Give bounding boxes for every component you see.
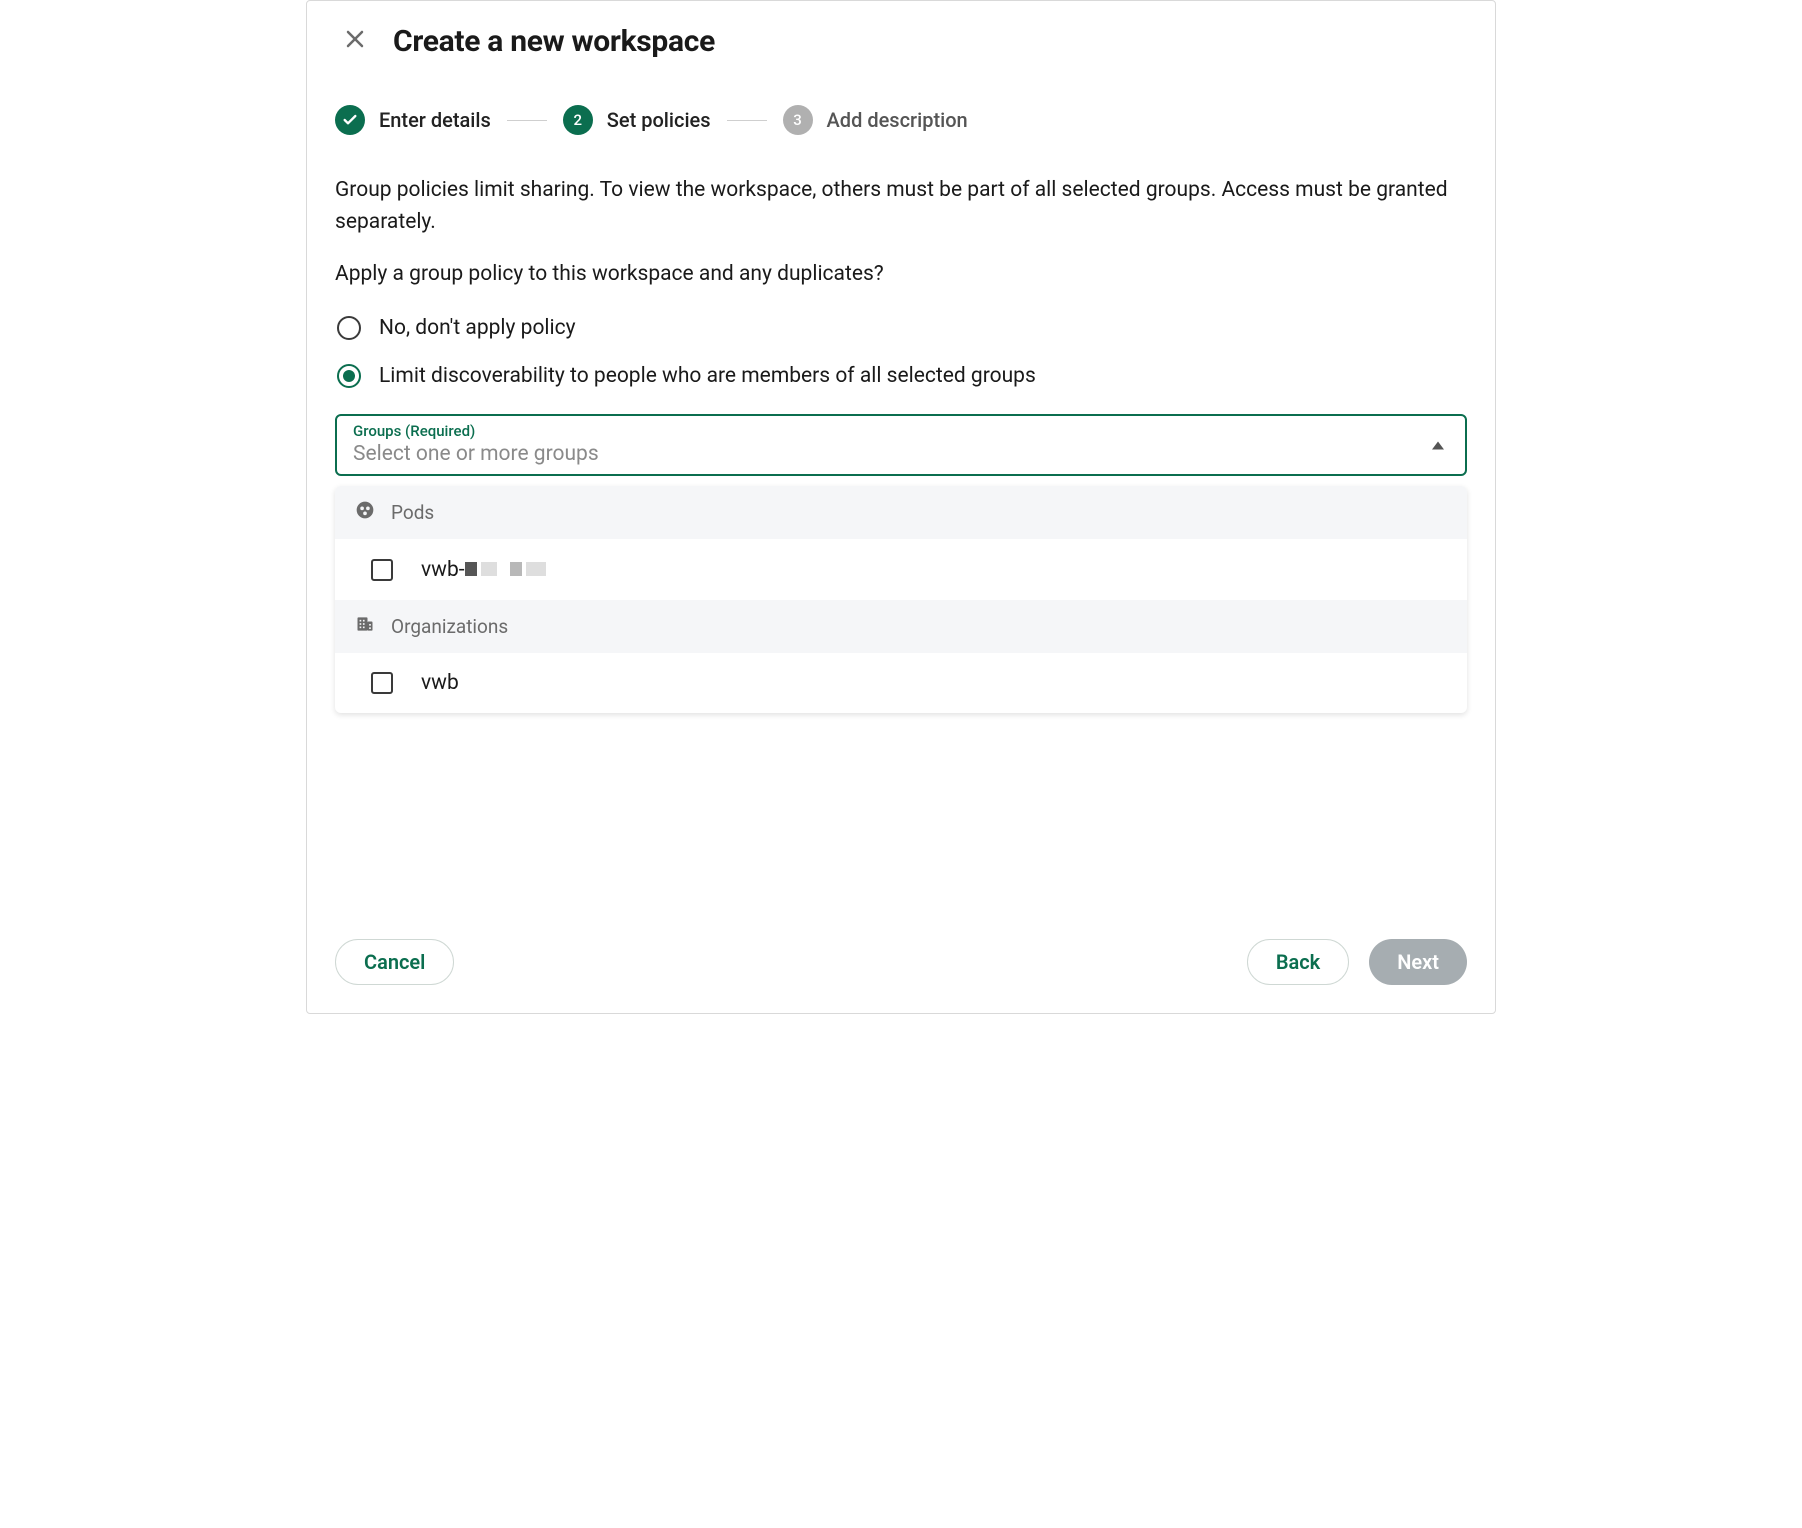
groups-select-placeholder: Select one or more groups [353, 442, 1449, 466]
dropdown-item-organization[interactable]: vwb [335, 653, 1467, 713]
dropdown-section-pods: Pods [335, 486, 1467, 539]
dropdown-item-label: vwb [421, 671, 459, 695]
dropdown-item-label: vwb- [421, 557, 546, 582]
back-button[interactable]: Back [1247, 939, 1349, 985]
dialog-header: Create a new workspace [307, 1, 1495, 69]
close-button[interactable] [335, 21, 375, 61]
caret-up-icon [1431, 436, 1445, 455]
step-number-icon: 3 [783, 105, 813, 135]
pods-icon [355, 500, 375, 525]
create-workspace-dialog: Create a new workspace Enter details 2 S… [306, 0, 1496, 1014]
radio-checked-icon [337, 364, 361, 388]
radio-label: Limit discoverability to people who are … [379, 364, 1036, 388]
groups-select-label: Groups (Required) [353, 422, 1449, 440]
radio-limit-discoverability[interactable]: Limit discoverability to people who are … [335, 352, 1467, 400]
step-divider [507, 120, 547, 121]
checkbox-unchecked-icon [371, 672, 393, 694]
step-label: Add description [827, 108, 968, 132]
step-divider [727, 120, 767, 121]
dropdown-item-pod[interactable]: vwb- [335, 539, 1467, 600]
organizations-icon [355, 614, 375, 639]
step-label: Enter details [379, 108, 491, 132]
close-icon [343, 27, 367, 55]
step-enter-details: Enter details [335, 105, 491, 135]
step-set-policies: 2 Set policies [563, 105, 711, 135]
groups-dropdown-panel: Pods vwb- [335, 486, 1467, 713]
policy-question-text: Apply a group policy to this workspace a… [335, 262, 1467, 286]
dialog-footer: Cancel Back Next [307, 919, 1495, 1013]
dialog-title: Create a new workspace [393, 24, 715, 59]
step-number-icon: 2 [563, 105, 593, 135]
check-circle-icon [335, 105, 365, 135]
step-label: Set policies [607, 108, 711, 132]
cancel-button[interactable]: Cancel [335, 939, 454, 985]
next-button[interactable]: Next [1369, 939, 1467, 985]
dropdown-section-label: Pods [391, 501, 434, 524]
dropdown-section-organizations: Organizations [335, 600, 1467, 653]
groups-select[interactable]: Groups (Required) Select one or more gro… [335, 414, 1467, 476]
stepper: Enter details 2 Set policies 3 Add descr… [307, 69, 1495, 153]
radio-no-policy[interactable]: No, don't apply policy [335, 304, 1467, 352]
policy-info-text: Group policies limit sharing. To view th… [335, 175, 1467, 238]
radio-unchecked-icon [337, 316, 361, 340]
checkbox-unchecked-icon [371, 559, 393, 581]
step-add-description: 3 Add description [783, 105, 968, 135]
dialog-body: Group policies limit sharing. To view th… [307, 153, 1495, 919]
radio-label: No, don't apply policy [379, 316, 576, 340]
dropdown-section-label: Organizations [391, 615, 508, 638]
redacted-text [465, 557, 546, 581]
